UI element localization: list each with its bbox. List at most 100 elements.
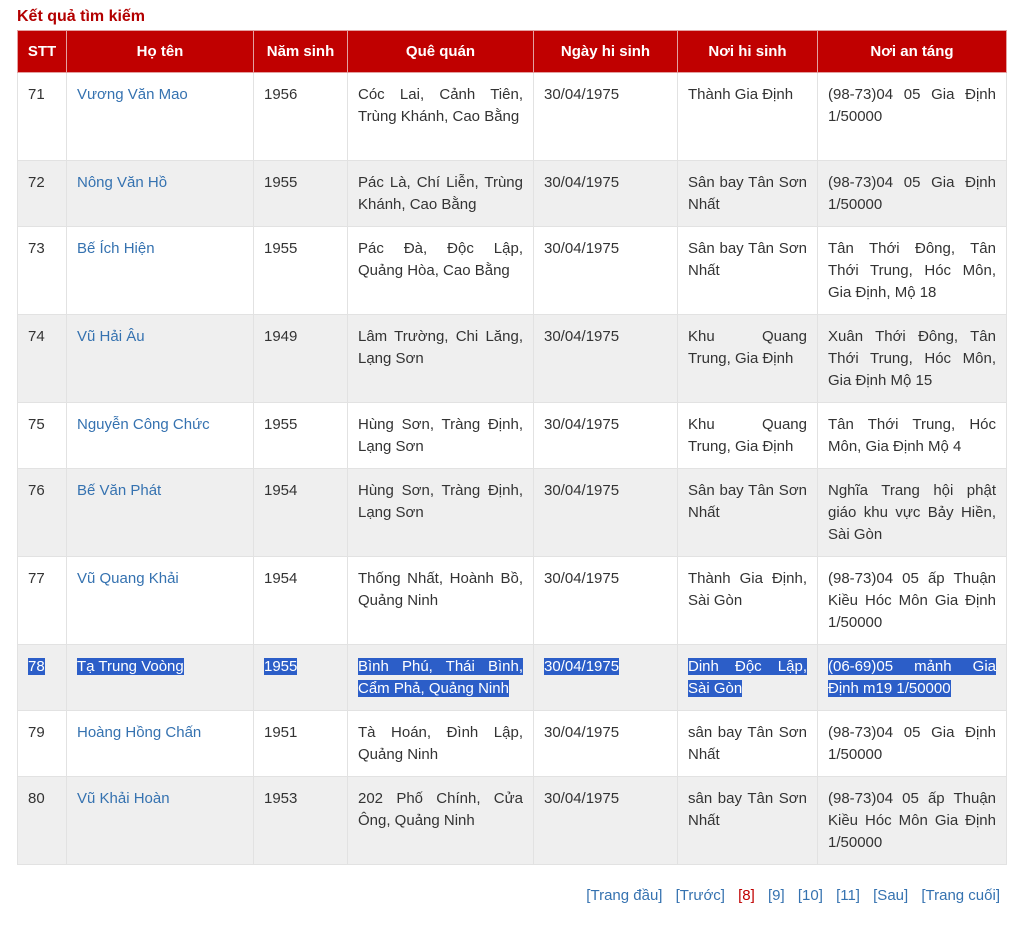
cell-birth-year-text: 1949 — [264, 328, 298, 345]
cell-burial-place: (98-73)04 05 Gia Định 1/50000 — [817, 710, 1007, 777]
cell-stt: 80 — [17, 776, 67, 865]
cell-burial-place-text: (98-73)04 05 Gia Định 1/50000 — [828, 86, 996, 125]
cell-birth-year-text: 1956 — [264, 86, 298, 103]
person-name-link[interactable]: Tạ Trung Voòng — [77, 658, 184, 675]
cell-death-date: 30/04/1975 — [533, 556, 678, 645]
person-name-link[interactable]: Vương Văn Mao — [77, 86, 188, 103]
cell-hometown-text: Tà Hoán, Đình Lập, Quảng Ninh — [358, 724, 523, 763]
page-prev-link[interactable]: [Trước] — [676, 887, 725, 904]
cell-hometown: Pác Là, Chí Liễn, Trùng Khánh, Cao Bằng — [347, 160, 534, 227]
cell-burial-place-text: (06-69)05 mảnh Gia Định m19 1/50000 — [828, 658, 996, 697]
cell-death-date: 30/04/1975 — [533, 710, 678, 777]
cell-hometown-text: Hùng Sơn, Tràng Định, Lạng Sơn — [358, 416, 523, 455]
cell-stt: 78 — [17, 644, 67, 711]
table-row: 74 Vũ Hải Âu 1949 Lâm Trường, Chi Lăng, Lạn… — [17, 314, 1007, 403]
pagination: [Trang đầu] [Trước] [8] [9] [10] [11] [S… — [577, 887, 1000, 904]
cell-death-place: Sân bay Tân Sơn Nhất — [677, 226, 818, 315]
cell-stt-text: 77 — [28, 570, 45, 587]
cell-death-place: Thành Gia Định — [677, 72, 818, 161]
cell-birth-year-text: 1955 — [264, 240, 298, 257]
cell-stt: 71 — [17, 72, 67, 161]
cell-hometown: Hùng Sơn, Tràng Định, Lạng Sơn — [347, 468, 534, 557]
person-name-link[interactable]: Nguyễn Công Chức — [77, 416, 210, 433]
cell-hometown: Bình Phú, Thái Bình, Cẩm Phả, Quảng Ninh — [347, 644, 534, 711]
cell-hometown-text: Hùng Sơn, Tràng Định, Lạng Sơn — [358, 482, 523, 521]
cell-burial-place-text: Xuân Thới Đông, Tân Thới Trung, Hóc Môn,… — [828, 328, 996, 389]
cell-death-place: sân bay Tân Sơn Nhất — [677, 710, 818, 777]
cell-stt: 77 — [17, 556, 67, 645]
cell-death-date-text: 30/04/1975 — [544, 86, 620, 103]
cell-stt-text: 74 — [28, 328, 45, 345]
person-name-link[interactable]: Hoàng Hồng Chấn — [77, 724, 201, 741]
cell-hometown: Cóc Lai, Cảnh Tiên, Trùng Khánh, Cao Bằn… — [347, 72, 534, 161]
cell-death-date: 30/04/1975 — [533, 314, 678, 403]
cell-hometown: Tà Hoán, Đình Lập, Quảng Ninh — [347, 710, 534, 777]
cell-hometown: Lâm Trường, Chi Lăng, Lạng Sơn — [347, 314, 534, 403]
cell-name: Bế Văn Phát — [66, 468, 254, 557]
cell-birth-year: 1955 — [253, 226, 348, 315]
person-name-link[interactable]: Vũ Khải Hoàn — [77, 790, 170, 807]
cell-name: Vũ Quang Khải — [66, 556, 254, 645]
col-header-hometown: Quê quán — [347, 30, 534, 73]
cell-death-date-text: 30/04/1975 — [544, 240, 620, 257]
col-header-death-place: Nơi hi sinh — [677, 30, 818, 73]
cell-death-place: Sân bay Tân Sơn Nhất — [677, 160, 818, 227]
cell-burial-place: (98-73)04 05 ấp Thuận Kiều Hóc Môn Gia Đ… — [817, 776, 1007, 865]
cell-burial-place: Tân Thới Trung, Hóc Môn, Gia Định Mộ 4 — [817, 402, 1007, 469]
cell-death-date: 30/04/1975 — [533, 644, 678, 711]
person-name-link[interactable]: Vũ Hải Âu — [77, 328, 145, 345]
cell-hometown-text: Pác Đà, Độc Lập, Quảng Hòa, Cao Bằng — [358, 240, 523, 279]
page-first-link[interactable]: [Trang đầu] — [586, 887, 662, 904]
cell-burial-place-text: (98-73)04 05 Gia Định 1/50000 — [828, 174, 996, 213]
cell-stt-text: 79 — [28, 724, 45, 741]
cell-birth-year: 1951 — [253, 710, 348, 777]
cell-burial-place-text: Tân Thới Đông, Tân Thới Trung, Hóc Môn, … — [828, 240, 996, 301]
page-link-11[interactable]: [11] — [836, 887, 860, 904]
cell-name: Nguyễn Công Chức — [66, 402, 254, 469]
cell-hometown-text: Thống Nhất, Hoành Bồ, Quảng Ninh — [358, 570, 523, 609]
cell-death-place-text: Sân bay Tân Sơn Nhất — [688, 174, 807, 213]
cell-stt-text: 78 — [28, 658, 45, 675]
cell-burial-place: (98-73)04 05 ấp Thuận Kiều Hóc Môn Gia Đ… — [817, 556, 1007, 645]
cell-death-date: 30/04/1975 — [533, 468, 678, 557]
person-name-link[interactable]: Nông Văn Hồ — [77, 174, 167, 191]
page-link-10[interactable]: [10] — [798, 887, 823, 904]
person-name-link[interactable]: Bế Ích Hiện — [77, 240, 155, 257]
cell-birth-year: 1954 — [253, 556, 348, 645]
cell-death-place-text: Sân bay Tân Sơn Nhất — [688, 482, 807, 521]
page-link-9[interactable]: [9] — [768, 887, 785, 904]
cell-death-place-text: Khu Quang Trung, Gia Định — [688, 328, 807, 367]
cell-burial-place: Xuân Thới Đông, Tân Thới Trung, Hóc Môn,… — [817, 314, 1007, 403]
cell-birth-year: 1949 — [253, 314, 348, 403]
person-name-link[interactable]: Bế Văn Phát — [77, 482, 161, 499]
cell-name: Vương Văn Mao — [66, 72, 254, 161]
page-next-link[interactable]: [Sau] — [873, 887, 908, 904]
cell-death-place: Dinh Độc Lập, Sài Gòn — [677, 644, 818, 711]
cell-birth-year: 1956 — [253, 72, 348, 161]
cell-burial-place-text: (98-73)04 05 ấp Thuận Kiều Hóc Môn Gia Đ… — [828, 790, 996, 851]
cell-stt-text: 80 — [28, 790, 45, 807]
results-body: 71 Vương Văn Mao 1956 Cóc Lai, Cảnh Tiên, T… — [17, 72, 1007, 865]
table-row: 78 Tạ Trung Voòng 1955 Bình Phú, Thái Bình,… — [17, 644, 1007, 711]
col-header-burial-place: Nơi an táng — [817, 30, 1007, 73]
cell-stt-text: 76 — [28, 482, 45, 499]
cell-stt: 76 — [17, 468, 67, 557]
table-row: 76 Bế Văn Phát 1954 Hùng Sơn, Tràng Định, L… — [17, 468, 1007, 557]
page-last-link[interactable]: [Trang cuối] — [921, 887, 1000, 904]
table-row: 72 Nông Văn Hồ 1955 Pác Là, Chí Liễn, Trùng… — [17, 160, 1007, 227]
cell-stt-text: 75 — [28, 416, 45, 433]
cell-burial-place: Nghĩa Trang hội phật giáo khu vực Bảy Hi… — [817, 468, 1007, 557]
person-name-link[interactable]: Vũ Quang Khải — [77, 570, 179, 587]
col-header-stt: STT — [17, 30, 67, 73]
cell-death-date-text: 30/04/1975 — [544, 482, 620, 499]
cell-hometown-text: Lâm Trường, Chi Lăng, Lạng Sơn — [358, 328, 523, 367]
results-table: STT Họ tên Năm sinh Quê quán Ngày hi sin… — [17, 30, 1007, 865]
cell-stt-text: 72 — [28, 174, 45, 191]
cell-birth-year-text: 1955 — [264, 174, 298, 191]
cell-stt: 79 — [17, 710, 67, 777]
cell-death-date: 30/04/1975 — [533, 402, 678, 469]
cell-stt: 75 — [17, 402, 67, 469]
cell-hometown: Hùng Sơn, Tràng Định, Lạng Sơn — [347, 402, 534, 469]
cell-burial-place-text: Tân Thới Trung, Hóc Môn, Gia Định Mộ 4 — [828, 416, 996, 455]
table-row: 75 Nguyễn Công Chức 1955 Hùng Sơn, Tràng Đị… — [17, 402, 1007, 469]
